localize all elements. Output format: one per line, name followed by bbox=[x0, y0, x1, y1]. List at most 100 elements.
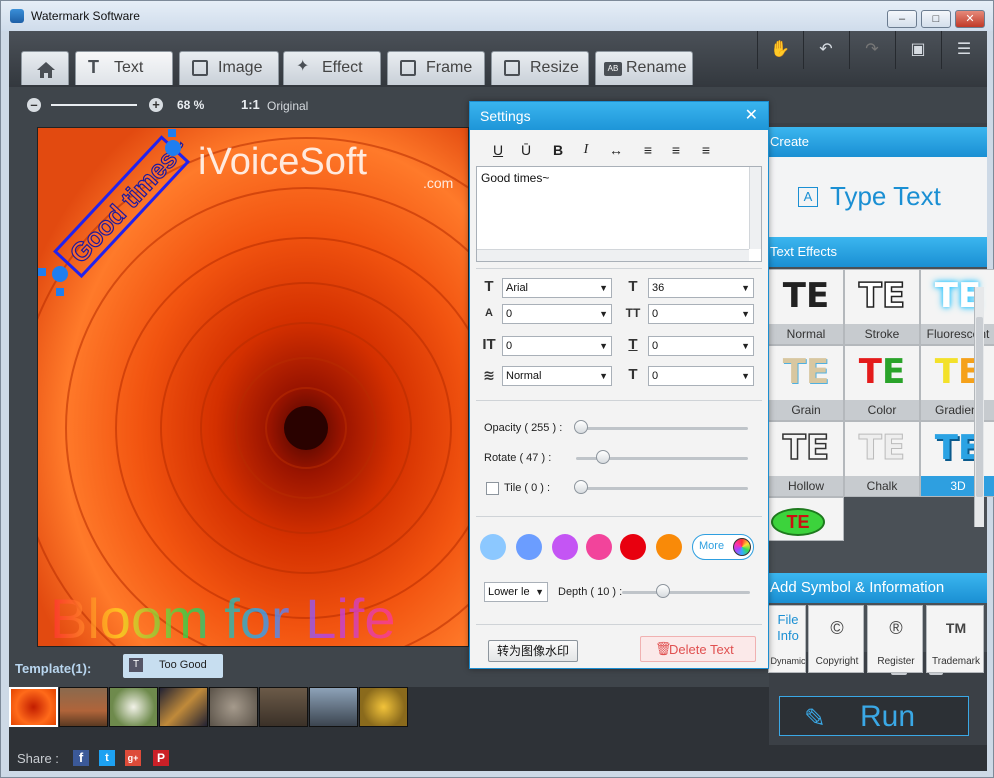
strikethrough-button[interactable]: Ū bbox=[514, 140, 538, 160]
tab-effect[interactable]: ✦ Effect bbox=[283, 51, 381, 85]
color-swatch[interactable] bbox=[656, 534, 682, 560]
facebook-icon[interactable]: f bbox=[73, 750, 89, 766]
thumbnail[interactable] bbox=[309, 687, 358, 727]
tile-slider-thumb[interactable] bbox=[574, 480, 588, 494]
underline-button[interactable]: U bbox=[486, 140, 510, 160]
more-colors-button[interactable]: More bbox=[692, 534, 754, 560]
undo-icon[interactable]: ↶ bbox=[803, 31, 848, 69]
resize-handle[interactable] bbox=[56, 288, 64, 296]
direction-select[interactable]: Lower le ▼ bbox=[484, 582, 548, 602]
thumbnail[interactable] bbox=[109, 687, 158, 727]
text-input-value: Good times~ bbox=[481, 171, 550, 185]
tab-frame[interactable]: Frame bbox=[387, 51, 485, 85]
effect-normal[interactable]: TE Normal bbox=[768, 269, 844, 345]
char-spacing-icon: A bbox=[485, 307, 493, 319]
align-left-icon[interactable]: ≡ bbox=[636, 140, 660, 160]
effect-color[interactable]: TE Color bbox=[844, 345, 920, 421]
text-input[interactable]: Good times~ bbox=[476, 166, 762, 262]
wizard-icon[interactable]: ✋ bbox=[757, 31, 802, 69]
pinterest-icon[interactable]: P bbox=[153, 750, 169, 766]
align-center-icon[interactable]: ≡ bbox=[664, 140, 688, 160]
resize-handle[interactable] bbox=[38, 268, 46, 276]
color-swatch[interactable] bbox=[480, 534, 506, 560]
justify-icon[interactable]: ↔ bbox=[604, 140, 628, 160]
convert-to-image-watermark-button[interactable]: 转为图像水印 bbox=[488, 640, 578, 662]
font-select[interactable]: Arial ▼ bbox=[502, 278, 612, 298]
opacity-slider[interactable] bbox=[576, 427, 748, 430]
font-size-select[interactable]: 36 ▼ bbox=[648, 278, 754, 298]
resize-handle[interactable] bbox=[168, 129, 176, 137]
symbol-register[interactable]: ® Register bbox=[867, 605, 923, 673]
thumbnail[interactable] bbox=[59, 687, 108, 727]
vertical-offset-select[interactable]: 0 ▼ bbox=[502, 336, 612, 356]
symbol-dynamic[interactable]: File Info Dynamic bbox=[768, 605, 806, 673]
outline-value: 0 bbox=[652, 370, 659, 382]
tile-slider[interactable] bbox=[576, 487, 748, 490]
effect-stroke[interactable]: TE Stroke bbox=[844, 269, 920, 345]
align-right-icon[interactable]: ≡ bbox=[694, 140, 718, 160]
char-spacing-select[interactable]: 0 ▼ bbox=[502, 304, 612, 324]
redo-icon[interactable]: ↷ bbox=[849, 31, 894, 69]
chevron-down-icon: ▼ bbox=[741, 371, 750, 381]
rotate-slider-thumb[interactable] bbox=[596, 450, 610, 464]
blend-mode-select[interactable]: Normal ▼ bbox=[502, 366, 612, 386]
thumbnail[interactable] bbox=[359, 687, 408, 727]
delete-text-button[interactable]: 🗑 Delete Text bbox=[640, 636, 756, 662]
maximize-button[interactable]: □ bbox=[921, 10, 951, 28]
close-button[interactable]: ✕ bbox=[955, 10, 985, 28]
tab-rename[interactable]: AB Rename bbox=[595, 51, 693, 85]
effect-hollow[interactable]: TE Hollow bbox=[768, 421, 844, 497]
opacity-slider-thumb[interactable] bbox=[574, 420, 588, 434]
effects-scrollbar[interactable] bbox=[974, 287, 984, 527]
color-swatch[interactable] bbox=[620, 534, 646, 560]
thumbnail[interactable] bbox=[259, 687, 308, 727]
thumbnail[interactable] bbox=[9, 687, 58, 727]
effect-chalk[interactable]: TE Chalk bbox=[844, 421, 920, 497]
thumbnail[interactable] bbox=[209, 687, 258, 727]
depth-slider[interactable] bbox=[622, 591, 750, 594]
twitter-icon[interactable]: t bbox=[99, 750, 115, 766]
menu-icon[interactable]: ☰ bbox=[941, 31, 986, 69]
text-input-hscroll[interactable] bbox=[477, 249, 749, 261]
right-panel: Create A Type Text Text Effects TE Norma… bbox=[768, 127, 994, 673]
original-size-label[interactable]: Original bbox=[267, 99, 308, 113]
tab-text[interactable]: T Text bbox=[75, 51, 173, 85]
effects-scrollbar-thumb[interactable] bbox=[976, 317, 983, 497]
thumbnail[interactable] bbox=[159, 687, 208, 727]
line-spacing-select[interactable]: 0 ▼ bbox=[648, 304, 754, 324]
template-item[interactable]: T Too Good bbox=[123, 654, 223, 678]
zoom-slider[interactable] bbox=[51, 104, 137, 106]
italic-button[interactable]: I bbox=[574, 140, 598, 160]
google-plus-icon[interactable]: g+ bbox=[125, 750, 141, 766]
symbol-copyright[interactable]: © Copyright bbox=[808, 605, 864, 673]
rotate-handle[interactable] bbox=[52, 266, 68, 282]
zoom-out-icon[interactable]: – bbox=[27, 98, 41, 112]
tab-resize[interactable]: Resize bbox=[491, 51, 589, 85]
effect-shape[interactable]: TE bbox=[768, 497, 844, 541]
color-swatch[interactable] bbox=[516, 534, 542, 560]
symbol-register-label: Register bbox=[877, 656, 915, 667]
minimize-button[interactable]: – bbox=[887, 10, 917, 28]
color-swatch[interactable] bbox=[552, 534, 578, 560]
text-input-vscroll[interactable] bbox=[749, 167, 761, 249]
outline-select[interactable]: 0 ▼ bbox=[648, 366, 754, 386]
image-canvas[interactable]: iVoiceSoft .com Good times~ Bloom for Li… bbox=[37, 127, 469, 647]
symbol-trademark[interactable]: TM Trademark bbox=[926, 605, 984, 673]
run-button[interactable]: ✎ Run bbox=[779, 696, 969, 736]
bold-button[interactable]: B bbox=[546, 140, 570, 160]
zoom-in-icon[interactable]: + bbox=[149, 98, 163, 112]
shadow-select[interactable]: 0 ▼ bbox=[648, 336, 754, 356]
type-text-button[interactable]: A Type Text bbox=[768, 157, 987, 237]
original-size-icon[interactable]: 1:1 bbox=[241, 97, 260, 112]
share-label: Share : bbox=[17, 751, 59, 766]
effect-grain[interactable]: TE Grain bbox=[768, 345, 844, 421]
color-swatch[interactable] bbox=[586, 534, 612, 560]
tab-home[interactable] bbox=[21, 51, 69, 85]
rotate-handle[interactable] bbox=[165, 140, 181, 156]
tile-checkbox[interactable] bbox=[486, 482, 499, 495]
settings-close-icon[interactable]: ✕ bbox=[745, 102, 758, 130]
depth-slider-thumb[interactable] bbox=[656, 584, 670, 598]
message-icon[interactable]: ▣ bbox=[895, 31, 940, 69]
tab-image[interactable]: Image bbox=[179, 51, 279, 85]
font-size-value: 36 bbox=[652, 282, 665, 294]
